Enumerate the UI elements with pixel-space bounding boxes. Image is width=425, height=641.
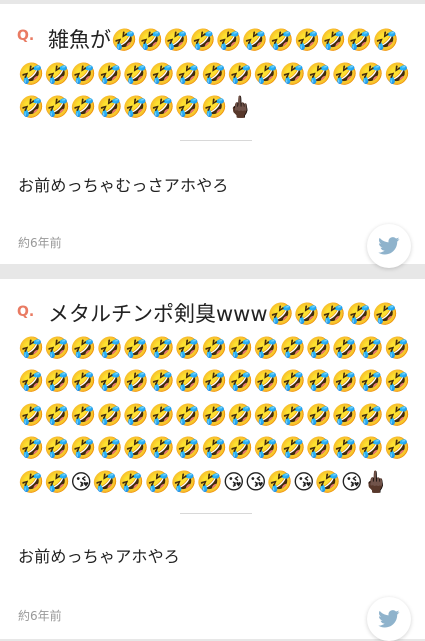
question-text-content: 雑魚が🤣🤣🤣🤣🤣🤣🤣🤣🤣🤣🤣🤣🤣🤣🤣🤣🤣🤣🤣🤣🤣🤣🤣🤣🤣🤣🤣🤣🤣🤣🤣🤣🤣🤣🖕🏿 <box>18 28 411 119</box>
timestamp: 約6年前 <box>18 609 62 623</box>
answer-text: お前めっちゃむっさアホやろ <box>18 176 229 195</box>
divider <box>180 513 252 514</box>
twitter-share-button[interactable] <box>367 224 411 268</box>
question-text: 雑魚が🤣🤣🤣🤣🤣🤣🤣🤣🤣🤣🤣🤣🤣🤣🤣🤣🤣🤣🤣🤣🤣🤣🤣🤣🤣🤣🤣🤣🤣🤣🤣🤣🤣🤣🖕🏿 <box>18 24 413 125</box>
question-card[interactable]: Q. 雑魚が🤣🤣🤣🤣🤣🤣🤣🤣🤣🤣🤣🤣🤣🤣🤣🤣🤣🤣🤣🤣🤣🤣🤣🤣🤣🤣🤣🤣🤣🤣🤣🤣🤣🤣… <box>0 4 425 268</box>
twitter-icon <box>378 610 400 628</box>
answer-text: お前めっちゃアホやろ <box>18 547 181 566</box>
question-text: メタルチンポ剣臭www🤣🤣🤣🤣🤣🤣🤣🤣🤣🤣🤣🤣🤣🤣🤣🤣🤣🤣🤣🤣🤣🤣🤣🤣🤣🤣🤣🤣🤣… <box>18 298 413 499</box>
divider <box>180 140 252 141</box>
question-card[interactable]: Q. メタルチンポ剣臭www🤣🤣🤣🤣🤣🤣🤣🤣🤣🤣🤣🤣🤣🤣🤣🤣🤣🤣🤣🤣🤣🤣🤣🤣🤣🤣… <box>0 279 425 641</box>
question-text-content: メタルチンポ剣臭www🤣🤣🤣🤣🤣🤣🤣🤣🤣🤣🤣🤣🤣🤣🤣🤣🤣🤣🤣🤣🤣🤣🤣🤣🤣🤣🤣🤣🤣… <box>18 302 411 494</box>
twitter-share-button[interactable] <box>367 597 411 641</box>
timestamp: 約6年前 <box>18 236 62 250</box>
twitter-icon <box>378 237 400 255</box>
